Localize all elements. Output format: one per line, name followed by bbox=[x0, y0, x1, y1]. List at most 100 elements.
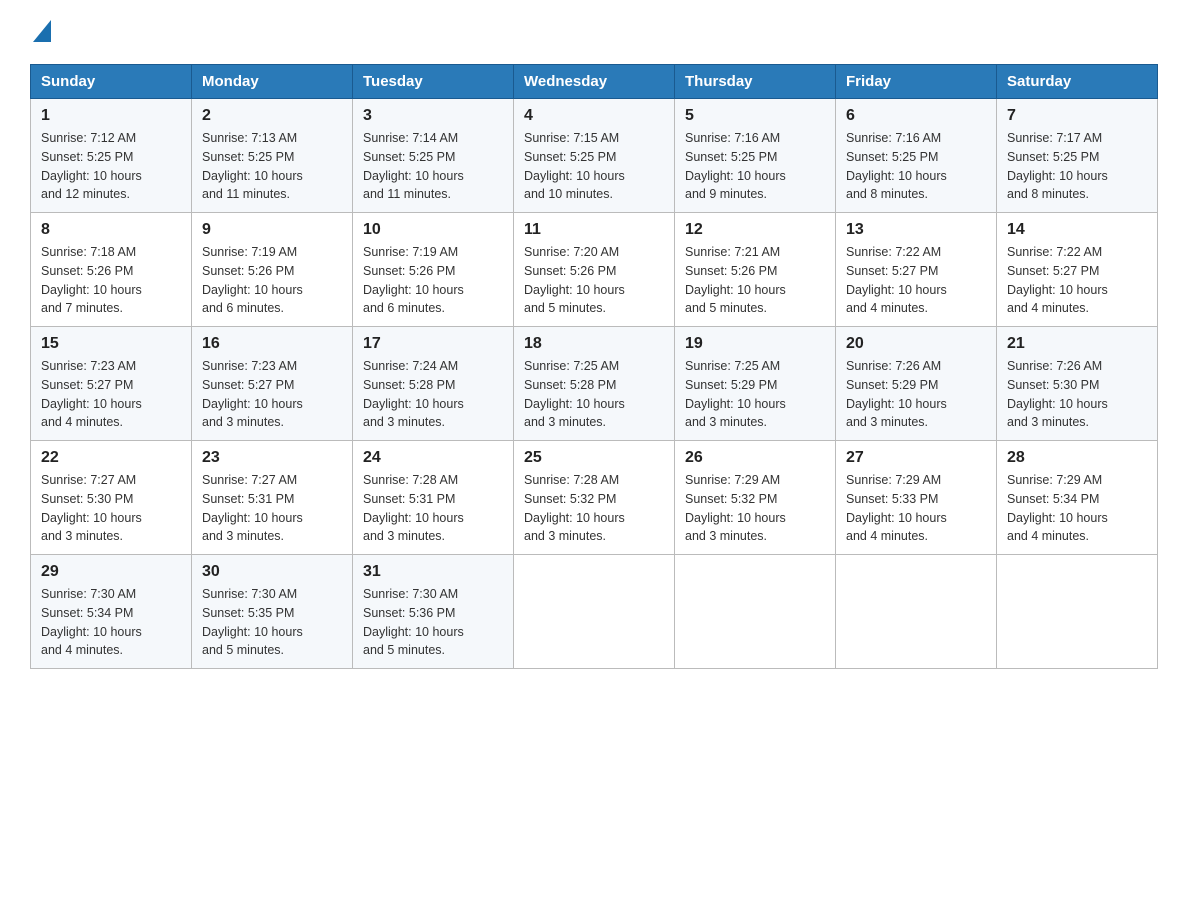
day-number: 24 bbox=[363, 449, 503, 467]
day-number: 25 bbox=[524, 449, 664, 467]
day-info: Sunrise: 7:27 AMSunset: 5:31 PMDaylight:… bbox=[202, 473, 303, 543]
col-header-thursday: Thursday bbox=[675, 65, 836, 99]
calendar-cell: 25 Sunrise: 7:28 AMSunset: 5:32 PMDaylig… bbox=[514, 441, 675, 555]
day-number: 29 bbox=[41, 563, 181, 581]
day-info: Sunrise: 7:16 AMSunset: 5:25 PMDaylight:… bbox=[846, 131, 947, 201]
calendar-cell: 20 Sunrise: 7:26 AMSunset: 5:29 PMDaylig… bbox=[836, 327, 997, 441]
calendar-cell bbox=[997, 555, 1158, 669]
day-info: Sunrise: 7:13 AMSunset: 5:25 PMDaylight:… bbox=[202, 131, 303, 201]
day-number: 13 bbox=[846, 221, 986, 239]
calendar-week-row: 15 Sunrise: 7:23 AMSunset: 5:27 PMDaylig… bbox=[31, 327, 1158, 441]
day-number: 11 bbox=[524, 221, 664, 239]
calendar-cell: 4 Sunrise: 7:15 AMSunset: 5:25 PMDayligh… bbox=[514, 99, 675, 213]
calendar-cell: 16 Sunrise: 7:23 AMSunset: 5:27 PMDaylig… bbox=[192, 327, 353, 441]
day-info: Sunrise: 7:25 AMSunset: 5:28 PMDaylight:… bbox=[524, 359, 625, 429]
day-number: 15 bbox=[41, 335, 181, 353]
calendar-cell: 6 Sunrise: 7:16 AMSunset: 5:25 PMDayligh… bbox=[836, 99, 997, 213]
day-number: 19 bbox=[685, 335, 825, 353]
day-number: 2 bbox=[202, 107, 342, 125]
calendar-cell: 8 Sunrise: 7:18 AMSunset: 5:26 PMDayligh… bbox=[31, 213, 192, 327]
day-info: Sunrise: 7:29 AMSunset: 5:32 PMDaylight:… bbox=[685, 473, 786, 543]
day-info: Sunrise: 7:22 AMSunset: 5:27 PMDaylight:… bbox=[846, 245, 947, 315]
calendar-week-row: 1 Sunrise: 7:12 AMSunset: 5:25 PMDayligh… bbox=[31, 99, 1158, 213]
calendar-cell: 18 Sunrise: 7:25 AMSunset: 5:28 PMDaylig… bbox=[514, 327, 675, 441]
calendar-cell: 5 Sunrise: 7:16 AMSunset: 5:25 PMDayligh… bbox=[675, 99, 836, 213]
day-info: Sunrise: 7:28 AMSunset: 5:31 PMDaylight:… bbox=[363, 473, 464, 543]
day-number: 31 bbox=[363, 563, 503, 581]
day-number: 18 bbox=[524, 335, 664, 353]
calendar-cell: 28 Sunrise: 7:29 AMSunset: 5:34 PMDaylig… bbox=[997, 441, 1158, 555]
col-header-monday: Monday bbox=[192, 65, 353, 99]
calendar-cell: 14 Sunrise: 7:22 AMSunset: 5:27 PMDaylig… bbox=[997, 213, 1158, 327]
calendar-cell: 31 Sunrise: 7:30 AMSunset: 5:36 PMDaylig… bbox=[353, 555, 514, 669]
calendar-cell: 2 Sunrise: 7:13 AMSunset: 5:25 PMDayligh… bbox=[192, 99, 353, 213]
day-info: Sunrise: 7:18 AMSunset: 5:26 PMDaylight:… bbox=[41, 245, 142, 315]
day-info: Sunrise: 7:28 AMSunset: 5:32 PMDaylight:… bbox=[524, 473, 625, 543]
day-info: Sunrise: 7:17 AMSunset: 5:25 PMDaylight:… bbox=[1007, 131, 1108, 201]
logo bbox=[30, 20, 51, 44]
calendar-cell bbox=[836, 555, 997, 669]
day-info: Sunrise: 7:16 AMSunset: 5:25 PMDaylight:… bbox=[685, 131, 786, 201]
day-info: Sunrise: 7:20 AMSunset: 5:26 PMDaylight:… bbox=[524, 245, 625, 315]
day-info: Sunrise: 7:29 AMSunset: 5:33 PMDaylight:… bbox=[846, 473, 947, 543]
day-info: Sunrise: 7:21 AMSunset: 5:26 PMDaylight:… bbox=[685, 245, 786, 315]
calendar-cell: 27 Sunrise: 7:29 AMSunset: 5:33 PMDaylig… bbox=[836, 441, 997, 555]
col-header-saturday: Saturday bbox=[997, 65, 1158, 99]
day-info: Sunrise: 7:29 AMSunset: 5:34 PMDaylight:… bbox=[1007, 473, 1108, 543]
calendar-cell: 17 Sunrise: 7:24 AMSunset: 5:28 PMDaylig… bbox=[353, 327, 514, 441]
col-header-friday: Friday bbox=[836, 65, 997, 99]
calendar-cell: 11 Sunrise: 7:20 AMSunset: 5:26 PMDaylig… bbox=[514, 213, 675, 327]
calendar-cell: 19 Sunrise: 7:25 AMSunset: 5:29 PMDaylig… bbox=[675, 327, 836, 441]
calendar-cell: 30 Sunrise: 7:30 AMSunset: 5:35 PMDaylig… bbox=[192, 555, 353, 669]
day-info: Sunrise: 7:30 AMSunset: 5:34 PMDaylight:… bbox=[41, 587, 142, 657]
calendar-cell: 7 Sunrise: 7:17 AMSunset: 5:25 PMDayligh… bbox=[997, 99, 1158, 213]
calendar-cell: 26 Sunrise: 7:29 AMSunset: 5:32 PMDaylig… bbox=[675, 441, 836, 555]
calendar-week-row: 8 Sunrise: 7:18 AMSunset: 5:26 PMDayligh… bbox=[31, 213, 1158, 327]
day-number: 27 bbox=[846, 449, 986, 467]
day-number: 9 bbox=[202, 221, 342, 239]
day-info: Sunrise: 7:25 AMSunset: 5:29 PMDaylight:… bbox=[685, 359, 786, 429]
day-info: Sunrise: 7:24 AMSunset: 5:28 PMDaylight:… bbox=[363, 359, 464, 429]
calendar-cell: 13 Sunrise: 7:22 AMSunset: 5:27 PMDaylig… bbox=[836, 213, 997, 327]
calendar-cell bbox=[675, 555, 836, 669]
day-info: Sunrise: 7:27 AMSunset: 5:30 PMDaylight:… bbox=[41, 473, 142, 543]
logo-arrow-icon bbox=[33, 20, 51, 42]
calendar-cell: 15 Sunrise: 7:23 AMSunset: 5:27 PMDaylig… bbox=[31, 327, 192, 441]
day-info: Sunrise: 7:19 AMSunset: 5:26 PMDaylight:… bbox=[363, 245, 464, 315]
calendar-cell: 3 Sunrise: 7:14 AMSunset: 5:25 PMDayligh… bbox=[353, 99, 514, 213]
day-number: 21 bbox=[1007, 335, 1147, 353]
day-number: 23 bbox=[202, 449, 342, 467]
day-number: 4 bbox=[524, 107, 664, 125]
day-info: Sunrise: 7:23 AMSunset: 5:27 PMDaylight:… bbox=[202, 359, 303, 429]
day-number: 8 bbox=[41, 221, 181, 239]
day-number: 28 bbox=[1007, 449, 1147, 467]
day-number: 30 bbox=[202, 563, 342, 581]
day-number: 20 bbox=[846, 335, 986, 353]
day-number: 7 bbox=[1007, 107, 1147, 125]
day-info: Sunrise: 7:23 AMSunset: 5:27 PMDaylight:… bbox=[41, 359, 142, 429]
day-number: 12 bbox=[685, 221, 825, 239]
calendar-cell bbox=[514, 555, 675, 669]
calendar-header-row: SundayMondayTuesdayWednesdayThursdayFrid… bbox=[31, 65, 1158, 99]
calendar-table: SundayMondayTuesdayWednesdayThursdayFrid… bbox=[30, 64, 1158, 669]
calendar-cell: 23 Sunrise: 7:27 AMSunset: 5:31 PMDaylig… bbox=[192, 441, 353, 555]
day-number: 16 bbox=[202, 335, 342, 353]
calendar-cell: 9 Sunrise: 7:19 AMSunset: 5:26 PMDayligh… bbox=[192, 213, 353, 327]
day-number: 26 bbox=[685, 449, 825, 467]
calendar-week-row: 22 Sunrise: 7:27 AMSunset: 5:30 PMDaylig… bbox=[31, 441, 1158, 555]
day-info: Sunrise: 7:22 AMSunset: 5:27 PMDaylight:… bbox=[1007, 245, 1108, 315]
day-number: 6 bbox=[846, 107, 986, 125]
page-header bbox=[30, 20, 1158, 44]
calendar-cell: 22 Sunrise: 7:27 AMSunset: 5:30 PMDaylig… bbox=[31, 441, 192, 555]
day-info: Sunrise: 7:26 AMSunset: 5:30 PMDaylight:… bbox=[1007, 359, 1108, 429]
day-number: 14 bbox=[1007, 221, 1147, 239]
day-number: 5 bbox=[685, 107, 825, 125]
calendar-cell: 1 Sunrise: 7:12 AMSunset: 5:25 PMDayligh… bbox=[31, 99, 192, 213]
calendar-cell: 21 Sunrise: 7:26 AMSunset: 5:30 PMDaylig… bbox=[997, 327, 1158, 441]
day-number: 10 bbox=[363, 221, 503, 239]
day-number: 3 bbox=[363, 107, 503, 125]
calendar-cell: 12 Sunrise: 7:21 AMSunset: 5:26 PMDaylig… bbox=[675, 213, 836, 327]
day-number: 1 bbox=[41, 107, 181, 125]
day-info: Sunrise: 7:14 AMSunset: 5:25 PMDaylight:… bbox=[363, 131, 464, 201]
day-info: Sunrise: 7:12 AMSunset: 5:25 PMDaylight:… bbox=[41, 131, 142, 201]
